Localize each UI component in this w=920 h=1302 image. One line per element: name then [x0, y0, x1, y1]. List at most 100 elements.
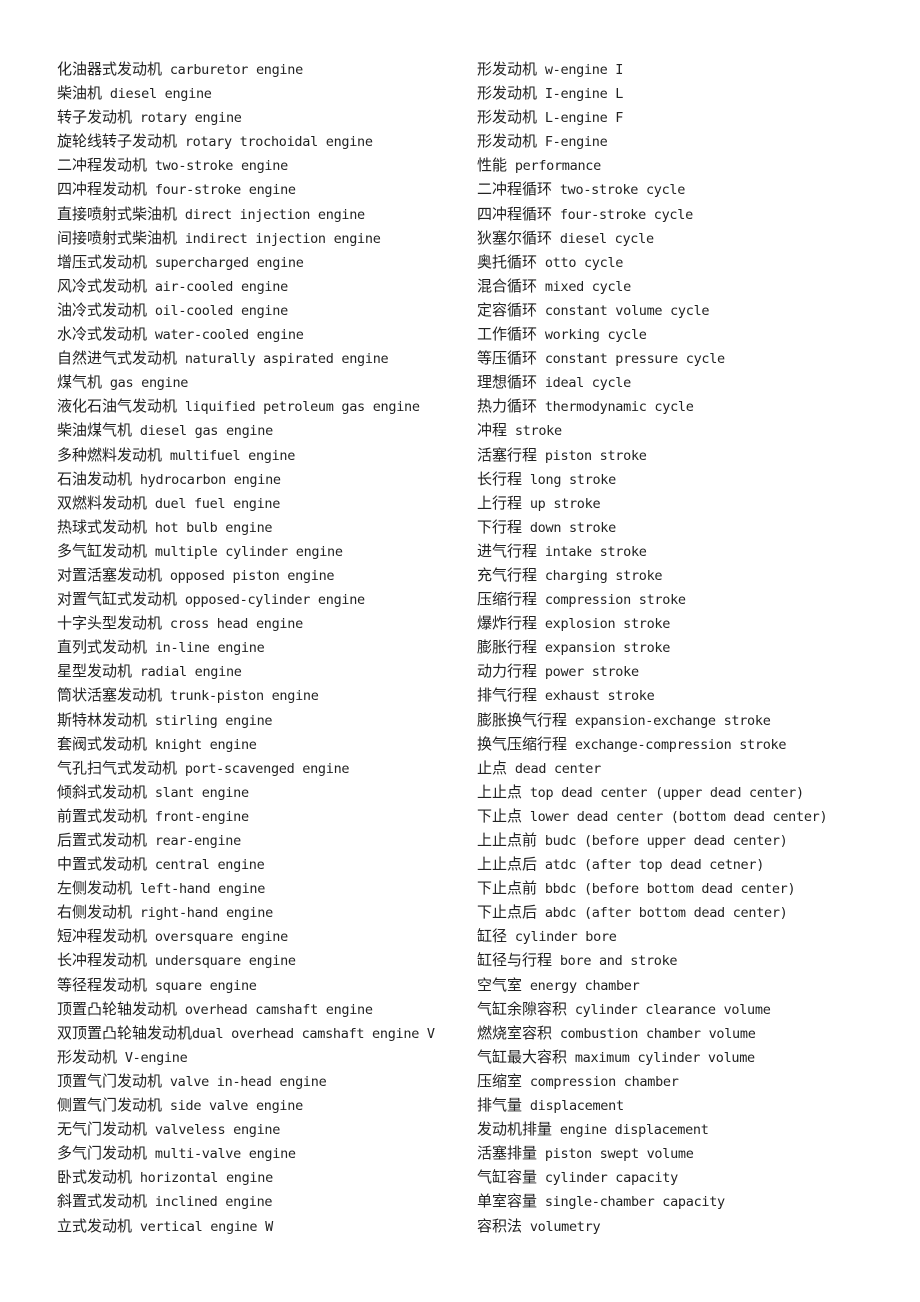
term-english: air-cooled engine: [147, 278, 288, 295]
term-english: thermodynamic cycle: [537, 399, 694, 416]
glossary-entry: 单室容量 single-chamber capacity: [477, 1189, 897, 1213]
glossary-entry: 冲程 stroke: [477, 418, 897, 442]
term-english: explosion stroke: [537, 616, 671, 633]
term-chinese: 双燃料发动机: [57, 493, 148, 512]
term-chinese: 多气门发动机: [57, 1144, 148, 1163]
glossary-entry: 前置式发动机 front-engine: [57, 804, 467, 828]
term-english: dual overhead camshaft engine V: [192, 1025, 435, 1042]
term-english: cylinder capacity: [537, 1170, 678, 1187]
term-english: in-line engine: [147, 640, 265, 657]
glossary-entry: 发动机排量 engine displacement: [477, 1117, 897, 1141]
glossary-entry: 膨胀行程 expansion stroke: [477, 635, 897, 659]
glossary-entry: 工作循环 working cycle: [477, 322, 897, 346]
term-chinese: 下止点前: [477, 879, 538, 898]
term-english: budc (before upper dead center): [537, 833, 788, 849]
term-chinese: 定容循环: [477, 300, 538, 319]
glossary-entry: 油冷式发动机 oil-cooled engine: [57, 298, 467, 322]
glossary-entry: 下止点前 bbdc (before bottom dead center): [477, 876, 897, 900]
document-page: 化油器式发动机 carburetor engine 柴油机 diesel engi…: [0, 0, 920, 1302]
term-english: w-engine I: [537, 62, 624, 78]
glossary-entry: 上止点 top dead center (upper dead center): [477, 780, 897, 804]
term-english: F-engine: [537, 134, 608, 151]
glossary-entry: 进气行程 intake stroke: [477, 539, 897, 563]
glossary-entry: 下止点后 abdc (after bottom dead center): [477, 900, 897, 924]
glossary-entry: 容积法 volumetry: [477, 1214, 897, 1238]
term-chinese: 活塞排量: [477, 1144, 538, 1163]
term-english: long stroke: [522, 471, 616, 488]
term-english: indirect injection engine: [177, 230, 381, 247]
term-chinese: 缸径与行程: [477, 951, 553, 970]
term-chinese: 狄塞尔循环: [477, 228, 553, 247]
term-english: cylinder clearance volume: [567, 1001, 771, 1018]
term-english: port-scavenged engine: [177, 760, 350, 777]
glossary-entry: 对置活塞发动机 opposed piston engine: [57, 563, 467, 587]
term-english: two-stroke engine: [147, 158, 288, 175]
glossary-entry: 自然进气式发动机 naturally aspirated engine: [57, 346, 467, 370]
glossary-entry: 排气量 displacement: [477, 1093, 897, 1117]
term-english: lower dead center (bottom dead center): [522, 808, 828, 825]
term-english: atdc (after top dead cetner): [537, 857, 765, 874]
glossary-entry: 二冲程发动机 two-stroke engine: [57, 153, 467, 177]
glossary-entry: 转子发动机 rotary engine: [57, 105, 467, 129]
term-english: four-stroke engine: [147, 182, 296, 199]
glossary-entry: 活塞排量 piston swept volume: [477, 1141, 897, 1165]
term-chinese: 换气压缩行程: [477, 734, 568, 753]
term-chinese: 短冲程发动机: [57, 927, 148, 946]
term-chinese: 筒状活塞发动机: [57, 686, 163, 705]
glossary-entry: 下止点 lower dead center (bottom dead cente…: [477, 804, 897, 828]
glossary-entry: 柴油煤气机 diesel gas engine: [57, 418, 467, 442]
term-english: power stroke: [537, 664, 639, 681]
glossary-entry: 多气缸发动机 multiple cylinder engine: [57, 539, 467, 563]
term-english: working cycle: [537, 327, 647, 344]
term-chinese: 气缸容量: [477, 1168, 538, 1187]
term-chinese: 长冲程发动机: [57, 951, 148, 970]
glossary-entry: 混合循环 mixed cycle: [477, 274, 897, 298]
glossary-entry: 水冷式发动机 water-cooled engine: [57, 322, 467, 346]
term-chinese: 空气室: [477, 975, 523, 994]
term-english: exchange-compression stroke: [567, 736, 787, 753]
term-chinese: 立式发动机: [57, 1216, 133, 1235]
term-english: up stroke: [522, 495, 601, 512]
glossary-entry: 立式发动机 vertical engine W: [57, 1214, 467, 1238]
glossary-entry: 缸径与行程 bore and stroke: [477, 948, 897, 972]
term-chinese: 二冲程循环: [477, 180, 553, 199]
term-chinese: 侧置气门发动机: [57, 1096, 163, 1115]
glossary-entry: 形发动机 V-engine: [57, 1045, 467, 1069]
glossary-entry: 星型发动机 radial engine: [57, 659, 467, 683]
glossary-entry: 顶置凸轮轴发动机 overhead camshaft engine: [57, 997, 467, 1021]
term-chinese: 工作循环: [477, 325, 538, 344]
glossary-entry: 定容循环 constant volume cycle: [477, 298, 897, 322]
glossary-entry: 二冲程循环 two-stroke cycle: [477, 177, 897, 201]
term-english: ideal cycle: [537, 375, 631, 392]
term-chinese: 单室容量: [477, 1192, 538, 1211]
glossary-entry: 上止点前 budc (before upper dead center): [477, 828, 897, 852]
term-chinese: 转子发动机: [57, 108, 133, 127]
term-chinese: 四冲程循环: [477, 204, 553, 223]
glossary-column-left: 化油器式发动机 carburetor engine 柴油机 diesel engi…: [57, 57, 467, 1238]
glossary-entry: 形发动机 w-engine I: [477, 57, 897, 81]
term-english: naturally aspirated engine: [177, 351, 389, 368]
term-english: direct injection engine: [177, 206, 365, 223]
term-english: diesel gas engine: [132, 423, 273, 440]
term-chinese: 旋轮线转子发动机: [57, 132, 178, 151]
glossary-entry: 斯特林发动机 stirling engine: [57, 708, 467, 732]
term-english: combustion chamber volume: [552, 1025, 756, 1042]
term-english: cross head engine: [162, 616, 303, 633]
term-chinese: 发动机排量: [477, 1120, 553, 1139]
term-chinese: 混合循环: [477, 276, 538, 295]
glossary-entry: 上行程 up stroke: [477, 491, 897, 515]
glossary-entry: 缸径 cylinder bore: [477, 924, 897, 948]
term-english: overhead camshaft engine: [177, 1001, 373, 1018]
term-english: abdc (after bottom dead center): [537, 905, 788, 922]
term-english: otto cycle: [537, 254, 624, 271]
term-chinese: 间接喷射式柴油机: [57, 228, 178, 247]
glossary-entry: 奥托循环 otto cycle: [477, 250, 897, 274]
glossary-entry: 侧置气门发动机 side valve engine: [57, 1093, 467, 1117]
term-chinese: 理想循环: [477, 373, 538, 392]
glossary-entry: 多种燃料发动机 multifuel engine: [57, 443, 467, 467]
term-chinese: 中置式发动机: [57, 855, 148, 874]
term-english: expansion stroke: [537, 640, 671, 657]
glossary-entry: 十字头型发动机 cross head engine: [57, 611, 467, 635]
term-chinese: 风冷式发动机: [57, 276, 148, 295]
term-chinese: 石油发动机: [57, 469, 133, 488]
